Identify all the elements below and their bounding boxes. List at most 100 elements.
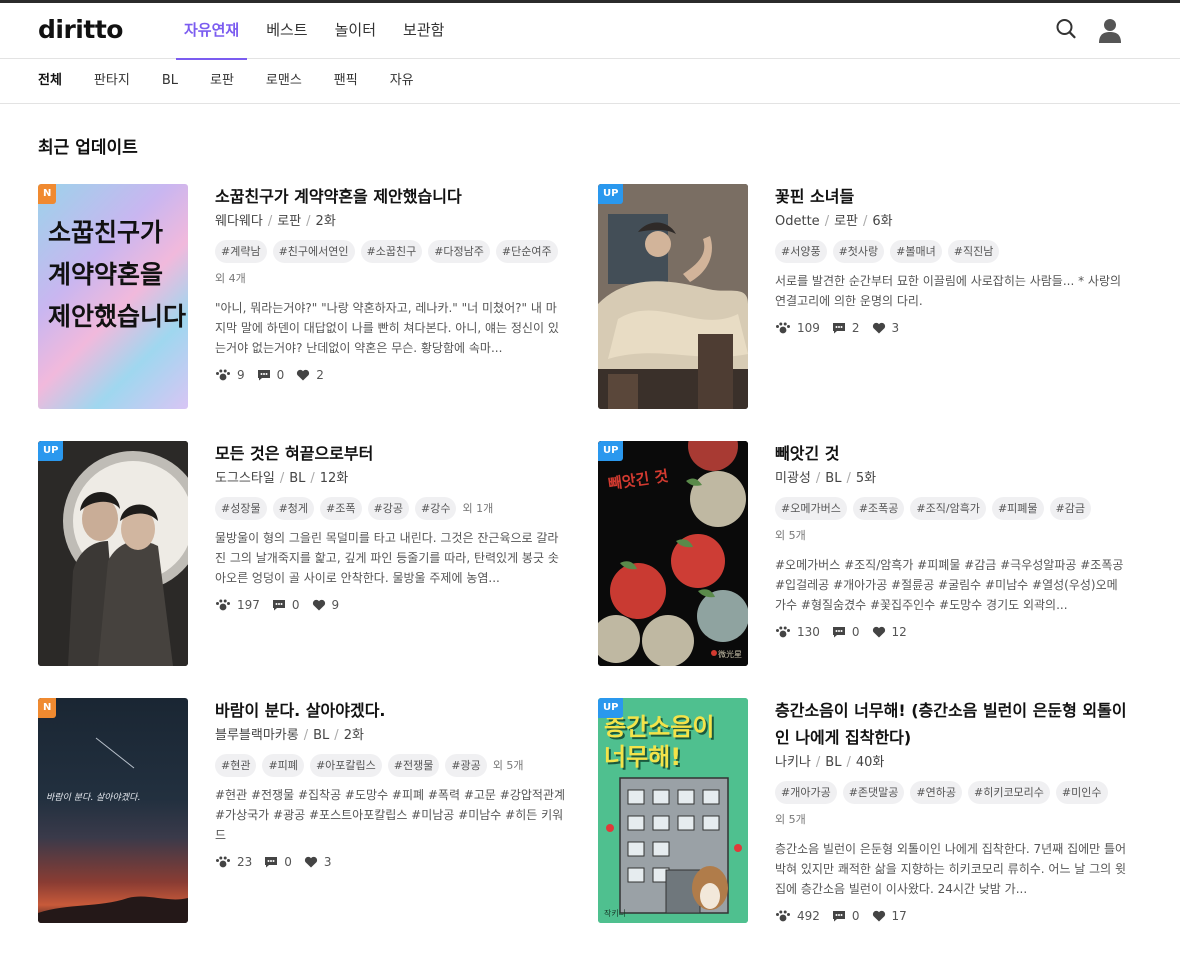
tag-list: #서양풍 #첫사랑 #볼매녀 #직진남: [775, 240, 1127, 267]
tag-chip[interactable]: #강수: [414, 497, 457, 520]
tag-chip[interactable]: #전쟁물: [387, 754, 440, 777]
views-count: 492: [797, 909, 820, 923]
tab-romance[interactable]: 로맨스: [266, 60, 302, 103]
tab-all[interactable]: 전체: [38, 60, 62, 103]
tag-chip[interactable]: #광공: [445, 754, 487, 777]
novel-meta: 웨다웨다 / 로판/2화: [215, 214, 336, 229]
cover-image[interactable]: UP: [598, 184, 748, 409]
novel-title[interactable]: 빼앗긴 것: [775, 440, 1127, 467]
comment-icon: [832, 627, 845, 638]
tag-chip[interactable]: #히키코모리수: [967, 781, 1050, 804]
update-badge: UP: [598, 441, 624, 461]
nav-item-best[interactable]: 베스트: [258, 3, 315, 59]
novel-description: "아니, 뭐라는거야?" "나랑 약혼하자고, 레나카." "너 미쳤어?" 내…: [215, 301, 559, 355]
tab-bl[interactable]: BL: [162, 60, 178, 103]
logo[interactable]: diritto: [38, 15, 123, 44]
tag-chip[interactable]: #성장물: [215, 497, 267, 520]
cover-image[interactable]: UP 층간소음이 너무해! 작키나: [598, 698, 748, 923]
cover-image[interactable]: N 바람이 분다. 살아야겠다.: [38, 698, 188, 923]
tag-chip[interactable]: #청게: [272, 497, 315, 520]
nav-item-library[interactable]: 보관함: [395, 3, 452, 59]
cover-illustration: [38, 441, 188, 666]
tag-chip[interactable]: #강공: [367, 497, 409, 520]
tag-chip[interactable]: #오메가버스: [775, 497, 847, 520]
episode-count: 40화: [855, 755, 885, 770]
tag-chip[interactable]: #아포칼립스: [309, 754, 382, 777]
tag-chip[interactable]: #조직/암흑가: [910, 497, 986, 520]
tag-chip[interactable]: #미인수: [1055, 781, 1108, 804]
novel-description: 층간소음 빌런이 은둔형 외톨이인 나에게 집착한다. 7년째 집에만 틀어박혀…: [775, 842, 1127, 896]
cover-title-text: 층간소음이 너무해!: [604, 713, 715, 771]
tag-chip[interactable]: #개아가공: [775, 781, 837, 804]
tag-list: #성장물 #청게 #조폭 #강공 #강수 외 1개: [215, 497, 567, 524]
more-tags-count: 외 5개: [492, 759, 524, 772]
tag-chip[interactable]: #피폐: [262, 754, 304, 777]
author-name[interactable]: 나키나: [775, 755, 811, 770]
tag-list: #개아가공 #존댓말공 #연하공 #히키코모리수 #미인수 외 5개: [775, 781, 1127, 835]
tag-chip[interactable]: #피폐물: [991, 497, 1044, 520]
tag-chip[interactable]: #계략남: [215, 240, 267, 263]
tag-chip[interactable]: #직진남: [947, 240, 1000, 263]
novel-card[interactable]: UP 모든 것은 혀끝으로부터 도그스타일 / BL/12화 #성장물 #청게 #조…: [38, 441, 568, 667]
author-name[interactable]: 블루블랙마카롱: [215, 728, 299, 743]
author-name[interactable]: 미광성: [775, 471, 811, 486]
novel-title[interactable]: 바람이 분다. 살아야겠다.: [215, 697, 567, 724]
tag-chip[interactable]: #감금: [1049, 497, 1091, 520]
tag-chip[interactable]: #단순여주: [495, 240, 558, 263]
tag-chip[interactable]: #서양풍: [775, 240, 827, 263]
novel-card[interactable]: UP 꽃핀 소녀들 Odette / 로판/6화 #서양풍 #첫사랑 #볼매녀 #직…: [598, 184, 1128, 410]
user-profile-icon[interactable]: [1098, 18, 1122, 48]
nav-item-playground[interactable]: 놀이터: [327, 3, 384, 59]
novel-card[interactable]: N 소꿉친구가 계약약혼을 제안했습니다 소꿉친구가 계약약혼을 제안했습니다 …: [38, 184, 568, 410]
tag-chip[interactable]: #조폭공: [852, 497, 905, 520]
comment-icon: [832, 911, 845, 922]
tab-free[interactable]: 자유: [390, 60, 414, 103]
search-icon[interactable]: [1055, 17, 1077, 45]
cover-image[interactable]: UP 빼앗긴 것 微光星: [598, 441, 748, 666]
tag-chip[interactable]: #다정남주: [428, 240, 490, 263]
novel-card[interactable]: UP 빼앗긴 것 微光星 빼앗긴 것 미광성 / BL/5화 #오메가버스 #조폭공…: [598, 441, 1128, 667]
tag-chip[interactable]: #조폭: [320, 497, 362, 520]
tab-rofan[interactable]: 로판: [210, 60, 234, 103]
more-tags-count: 외 5개: [775, 529, 806, 542]
views-icon: [216, 599, 230, 611]
tag-chip[interactable]: #첫사랑: [832, 240, 885, 263]
tag-chip[interactable]: #친구에서연인: [272, 240, 355, 263]
cover-image[interactable]: UP: [38, 441, 188, 666]
tab-fanfic[interactable]: 팬픽: [334, 60, 358, 103]
tag-list: #현관 #피폐 #아포칼립스 #전쟁물 #광공 외 5개: [215, 754, 567, 781]
episode-count: 6화: [872, 214, 893, 229]
episode-count: 5화: [855, 471, 877, 486]
comments-count: 0: [851, 909, 860, 923]
novel-description: #현관 #전쟁물 #집착공 #도망수 #피폐 #폭력 #고문 #강압적관계 #가…: [215, 788, 566, 842]
comments-count: 0: [851, 625, 860, 639]
comment-icon: [257, 370, 270, 381]
novel-title[interactable]: 모든 것은 혀끝으로부터: [215, 440, 567, 467]
views-icon: [216, 369, 230, 381]
tag-chip[interactable]: #볼매녀: [890, 240, 942, 263]
heart-icon: [872, 626, 885, 638]
genre-label: BL: [825, 755, 842, 770]
novel-title[interactable]: 소꿉친구가 계약약혼을 제안했습니다: [215, 183, 567, 210]
tab-fantasy[interactable]: 판타지: [94, 60, 130, 103]
tag-chip[interactable]: #존댓말공: [842, 781, 905, 804]
views-icon: [216, 856, 230, 868]
author-name[interactable]: 웨다웨다: [215, 214, 263, 229]
author-name[interactable]: Odette: [775, 214, 820, 229]
update-badge: UP: [598, 184, 624, 204]
views-icon: [776, 626, 790, 638]
more-tags-count: 외 1개: [462, 502, 494, 515]
novel-title[interactable]: 꽃핀 소녀들: [775, 183, 1127, 210]
tag-chip[interactable]: #소꿉친구: [360, 240, 423, 263]
tag-list: #오메가버스 #조폭공 #조직/암흑가 #피폐물 #감금 외 5개: [775, 497, 1127, 551]
novel-card[interactable]: UP 층간소음이 너무해! 작키나 층간소음이 너무해! (층간소음 빌런이 은…: [598, 698, 1128, 938]
nav-item-free-serial[interactable]: 자유연재: [176, 3, 248, 60]
novel-card[interactable]: N 바람이 분다. 살아야겠다. 바람이 분다. 살아야겠다. 블루블랙마카롱 /…: [38, 698, 568, 924]
tag-chip[interactable]: #연하공: [910, 781, 962, 804]
author-name[interactable]: 도그스타일: [215, 471, 275, 486]
novel-title[interactable]: 층간소음이 너무해! (층간소음 빌런이 은둔형 외톨이인 나에게 집착한다): [775, 697, 1127, 751]
tag-chip[interactable]: #현관: [215, 754, 257, 777]
update-badge: UP: [598, 698, 624, 718]
genre-tabs: 전체 판타지 BL 로판 로맨스 팬픽 자유: [0, 60, 1180, 104]
cover-image[interactable]: N 소꿉친구가 계약약혼을 제안했습니다: [38, 184, 188, 409]
